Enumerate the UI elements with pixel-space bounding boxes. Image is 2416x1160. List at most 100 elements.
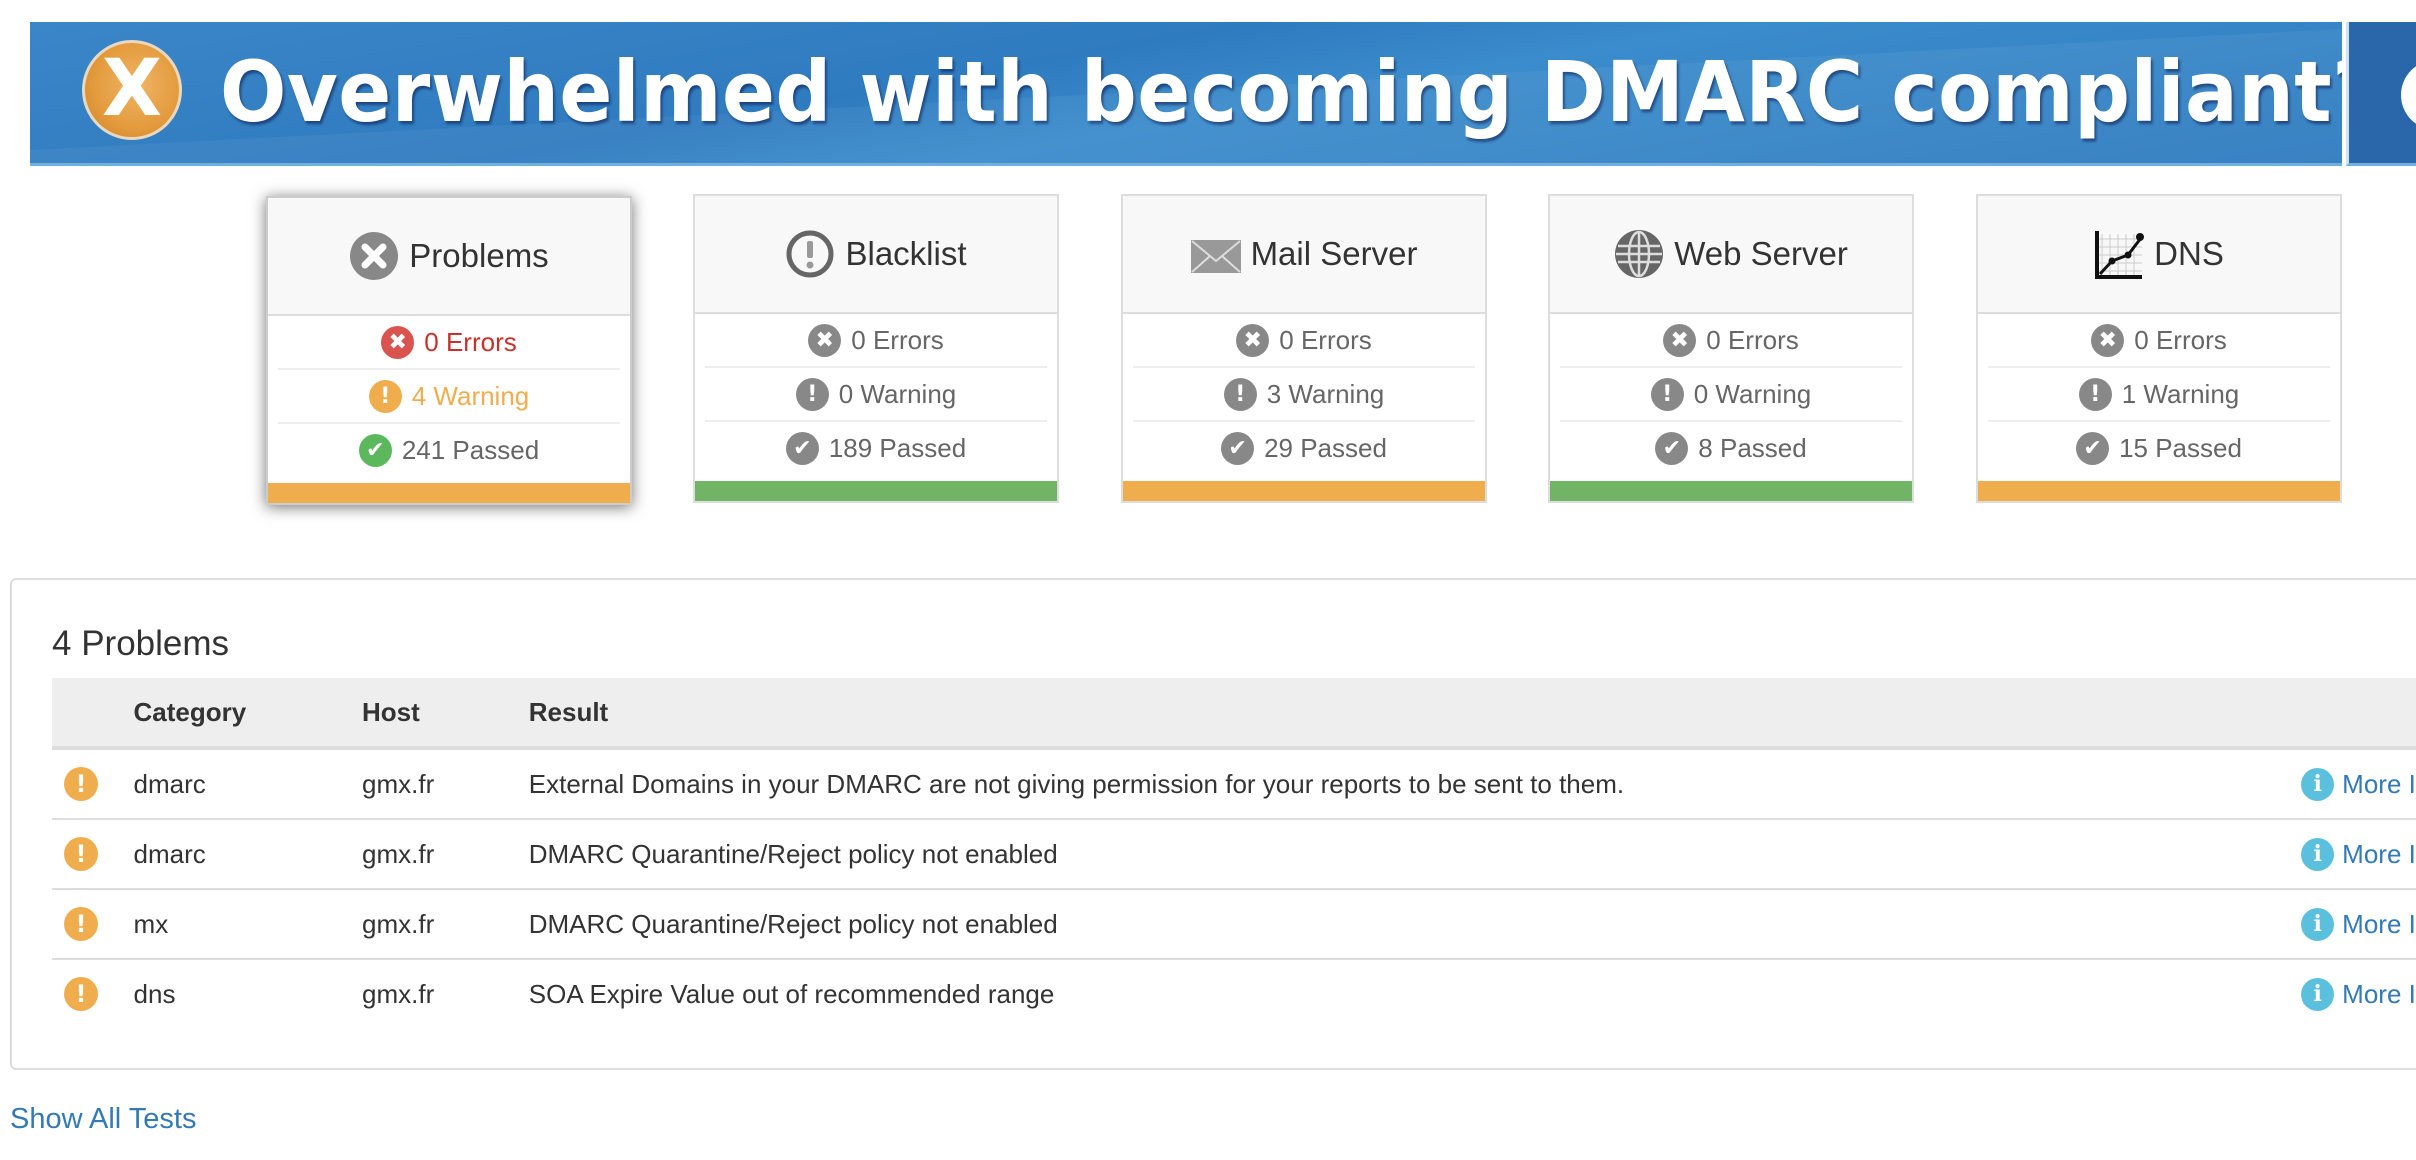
- error-icon: ✖: [2091, 323, 2125, 357]
- passed-stat: ✔ 8 Passed: [1560, 422, 1902, 474]
- warnings-stat: ! 3 Warning: [1133, 368, 1475, 422]
- table-row: ! dmarc gmx.fr External Domains in your …: [52, 748, 2416, 820]
- more-info-link[interactable]: iMore Info: [2301, 907, 2416, 941]
- status-bar: [1123, 481, 1485, 501]
- host-cell: gmx.fr: [362, 889, 529, 960]
- info-icon: i: [2301, 837, 2335, 871]
- column-header-result[interactable]: Result: [528, 678, 2302, 750]
- warnings-stat: ! 1 Warning: [1988, 368, 2330, 422]
- problems-table: Category Host Result ! dmarc gmx.fr Exte…: [52, 678, 2416, 1028]
- errors-count: 0 Errors: [424, 326, 517, 357]
- problems-panel: 4 Problems Category Host Result ! dmarc …: [10, 578, 2416, 1070]
- info-cell: iMore Info: [2301, 959, 2416, 1028]
- more-info-link[interactable]: iMore Info: [2301, 767, 2416, 801]
- warning-icon: !: [1223, 377, 1257, 411]
- info-cell: iMore Info: [2301, 889, 2416, 960]
- category-cell: dmarc: [133, 819, 362, 890]
- error-icon: ✖: [1663, 323, 1697, 357]
- summary-card-problems[interactable]: Problems ✖ 0 Errors ! 4 Warning ✔ 241 Passe…: [266, 196, 632, 505]
- info-cell: iMore Info: [2301, 819, 2416, 890]
- errors-count: 0 Errors: [851, 324, 944, 355]
- host-cell: gmx.fr: [362, 978, 435, 1009]
- warnings-count: 0 Warning: [1693, 378, 1812, 409]
- errors-count: 0 Errors: [2134, 324, 2227, 355]
- warnings-stat: ! 0 Warning: [705, 368, 1047, 422]
- error-icon: ✖: [808, 323, 842, 357]
- result-cell: DMARC Quarantine/Reject policy not enabl…: [528, 819, 2302, 890]
- severity-cell: !: [52, 889, 134, 960]
- more-info-link[interactable]: iMore Info: [2301, 837, 2416, 871]
- warnings-stat: ! 0 Warning: [1560, 368, 1902, 422]
- severity-cell: !: [52, 819, 134, 890]
- show-all-tests-link[interactable]: Show All Tests: [10, 1103, 196, 1136]
- card-header: Problems: [268, 198, 630, 316]
- envelope-icon: [1190, 229, 1241, 279]
- problems-heading: 4 Problems: [52, 624, 230, 663]
- errors-stat: ✖ 0 Errors: [1560, 314, 1902, 368]
- check-icon: ✔: [785, 431, 819, 465]
- error-icon: ✖: [1236, 323, 1270, 357]
- severity-cell: !: [52, 748, 134, 820]
- card-title: Blacklist: [845, 235, 967, 272]
- check-icon: ✔: [2076, 431, 2110, 465]
- result-cell: External Domains in your DMARC are not g…: [528, 748, 2302, 820]
- warning-icon: !: [2078, 377, 2112, 411]
- summary-card-dns[interactable]: DNS ✖ 0 Errors ! 1 Warning ✔ 15 Passed: [1976, 194, 2342, 503]
- errors-stat: ✖ 0 Errors: [705, 314, 1047, 368]
- info-icon: i: [2301, 767, 2335, 801]
- check-icon: ✔: [358, 433, 392, 467]
- status-bar: [1550, 481, 1912, 501]
- warnings-stat: ! 4 Warning: [278, 370, 620, 424]
- more-info-label: More Info: [2342, 838, 2416, 869]
- passed-stat: ✔ 29 Passed: [1133, 422, 1475, 474]
- status-bar: [1978, 481, 2340, 501]
- result-cell: SOA Expire Value out of recommended rang…: [528, 978, 1055, 1009]
- passed-count: 189 Passed: [828, 432, 967, 463]
- more-info-link[interactable]: iMore Info: [2301, 977, 2416, 1011]
- severity-cell: !: [52, 959, 134, 1028]
- summary-card-web-server[interactable]: Web Server ✖ 0 Errors ! 0 Warning ✔ 8 Passe…: [1548, 194, 1914, 503]
- errors-stat: ✖ 0 Errors: [1988, 314, 2330, 368]
- column-header-severity: [52, 678, 134, 750]
- card-title: Mail Server: [1250, 235, 1418, 272]
- warning-icon: !: [64, 977, 98, 1011]
- passed-count: 29 Passed: [1264, 432, 1387, 463]
- category-cell: mx: [133, 889, 362, 960]
- host-cell: gmx.fr: [362, 819, 529, 890]
- errors-stat: ✖ 0 Errors: [1133, 314, 1475, 368]
- passed-stat: ✔ 15 Passed: [1988, 422, 2330, 474]
- dmarc-promo-banner[interactable]: X Overwhelmed with becoming DMARC compli…: [30, 22, 2342, 166]
- banner-headline: Overwhelmed with becoming DMARC complian…: [220, 43, 2342, 141]
- column-header-category[interactable]: Category: [133, 678, 362, 750]
- secondary-banner[interactable]: [2346, 22, 2416, 166]
- more-info-label: More Info: [2342, 978, 2416, 1009]
- passed-count: 15 Passed: [2119, 432, 2242, 463]
- category-cell: dmarc: [133, 748, 362, 820]
- exclamation-circle-outline-icon: [785, 229, 835, 279]
- table-row: ! dns gmx.fr SOA Expire Value out of rec…: [52, 959, 2416, 1028]
- status-bar: [268, 483, 630, 503]
- summary-card-blacklist[interactable]: Blacklist ✖ 0 Errors ! 0 Warning ✔ 189 Pass…: [693, 194, 1059, 503]
- card-header: Web Server: [1550, 196, 1912, 314]
- summary-card-mail-server[interactable]: Mail Server ✖ 0 Errors ! 3 Warning ✔ 29 Pas…: [1121, 194, 1487, 503]
- warnings-count: 1 Warning: [2121, 378, 2240, 409]
- table-header-row: Category Host Result: [52, 678, 2416, 750]
- host-cell: gmx.fr: [362, 748, 529, 820]
- errors-count: 0 Errors: [1706, 324, 1799, 355]
- card-title: Problems: [409, 237, 549, 274]
- category-cell: dns: [133, 978, 176, 1009]
- card-header: Mail Server: [1123, 196, 1485, 314]
- status-bar: [695, 481, 1057, 501]
- card-title: DNS: [2154, 235, 2224, 272]
- banner-circle-icon: [2401, 60, 2416, 130]
- table-row: ! mx gmx.fr DMARC Quarantine/Reject poli…: [52, 889, 2416, 960]
- errors-stat: ✖ 0 Errors: [278, 316, 620, 370]
- info-icon: i: [2301, 907, 2335, 941]
- card-header: Blacklist: [695, 196, 1057, 314]
- errors-count: 0 Errors: [1279, 324, 1372, 355]
- warnings-count: 4 Warning: [411, 380, 530, 411]
- column-header-host[interactable]: Host: [362, 678, 529, 750]
- column-header-info: [2301, 678, 2416, 750]
- warning-icon: !: [64, 907, 98, 941]
- line-chart-icon: [2094, 229, 2145, 279]
